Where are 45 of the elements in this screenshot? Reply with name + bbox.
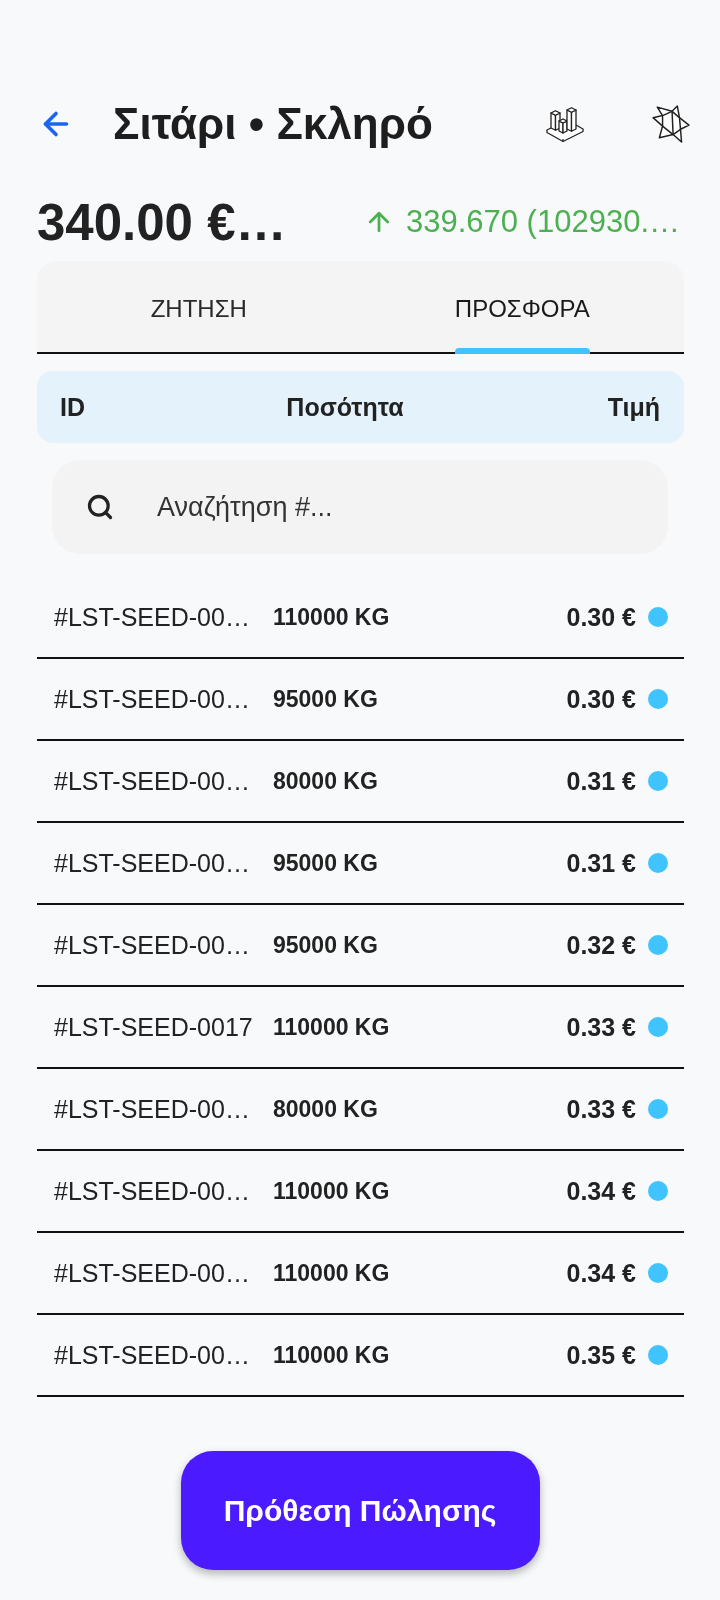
id-cell-text: #LST-SEED-00… bbox=[54, 766, 251, 796]
tab[interactable]: ΠΡΟΣΦΟΡΑ bbox=[360, 261, 684, 352]
quantity-cell-text: 110000 KG bbox=[273, 1013, 391, 1041]
price-value: 340.00 €… bbox=[37, 192, 287, 252]
sell-intent-button[interactable]: Πρόθεση Πώλησης bbox=[180, 1451, 540, 1570]
price-cell: 0.34 € bbox=[566, 1258, 636, 1288]
id-cell-text: #LST-SEED-00… bbox=[54, 602, 251, 632]
price-cell: 0.30 € bbox=[566, 602, 636, 632]
quantity-cell-text: 95000 KG bbox=[273, 849, 379, 877]
price-cell: 0.33 € bbox=[566, 1094, 636, 1124]
column-header: Ποσότητα bbox=[286, 392, 404, 422]
page-title: Σιτάρι • Σκληρό bbox=[113, 99, 434, 149]
quantity-cell-text: 80000 KG bbox=[273, 767, 379, 795]
price-cell: 0.32 € bbox=[566, 930, 636, 960]
quantity-cell-text: 80000 KG bbox=[273, 1095, 379, 1123]
id-cell-text: #LST-SEED-00… bbox=[54, 930, 251, 960]
quantity-cell-text: 110000 KG bbox=[273, 1259, 391, 1287]
id-cell-text: #LST-SEED-00… bbox=[54, 1258, 251, 1288]
price-cell: 0.30 € bbox=[566, 684, 636, 714]
quantity-cell-text: 110000 KG bbox=[273, 1341, 391, 1369]
column-header: Τιμή bbox=[607, 392, 660, 422]
price-change: 339.670 (102930.… bbox=[405, 204, 680, 240]
price-cell: 0.33 € bbox=[566, 1012, 636, 1042]
id-cell-text: #LST-SEED-00… bbox=[54, 684, 251, 714]
quantity-cell-text: 110000 KG bbox=[273, 603, 391, 631]
price-cell: 0.31 € bbox=[566, 848, 636, 878]
favorite-button[interactable] bbox=[652, 105, 690, 143]
search-icon bbox=[86, 493, 114, 521]
bar-chart-icon bbox=[546, 105, 584, 143]
id-cell-text: #LST-SEED-00… bbox=[54, 848, 251, 878]
column-header: ID bbox=[60, 392, 85, 422]
quantity-cell-text: 95000 KG bbox=[273, 685, 379, 713]
id-cell-text: #LST-SEED-0017 bbox=[54, 1012, 254, 1042]
id-cell-text: #LST-SEED-00… bbox=[54, 1340, 251, 1370]
id-cell-text: #LST-SEED-00… bbox=[54, 1094, 251, 1124]
quantity-cell-text: 110000 KG bbox=[273, 1177, 391, 1205]
quantity-cell-text: 95000 KG bbox=[273, 931, 379, 959]
price-cell: 0.34 € bbox=[566, 1176, 636, 1206]
star-icon bbox=[652, 105, 690, 143]
id-cell-text: #LST-SEED-00… bbox=[54, 1176, 251, 1206]
search-field[interactable]: Αναζήτηση #... bbox=[52, 460, 668, 554]
price-cell: 0.35 € bbox=[566, 1340, 636, 1370]
tab[interactable]: ΖΗΤΗΣΗ bbox=[37, 261, 361, 352]
price-cell: 0.31 € bbox=[566, 766, 636, 796]
chart-button[interactable] bbox=[546, 105, 584, 143]
